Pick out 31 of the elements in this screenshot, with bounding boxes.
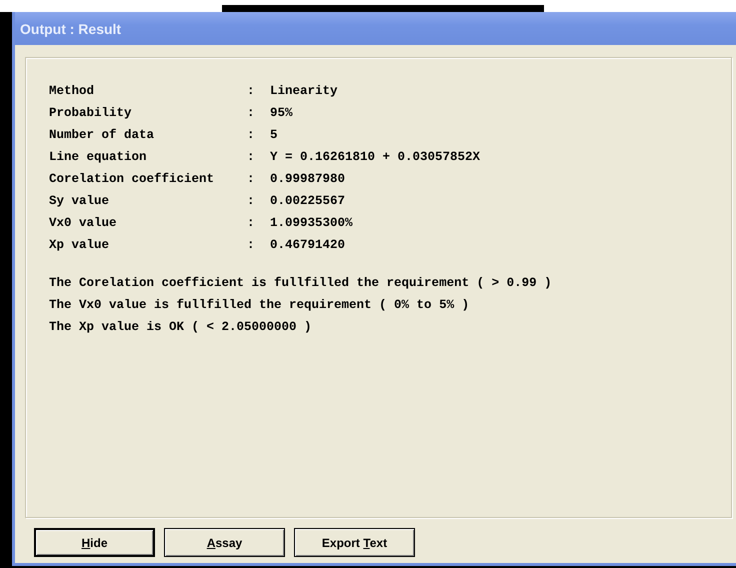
result-label: Probability — [49, 105, 133, 121]
result-label: Sy value — [49, 193, 110, 209]
result-value: 0.99987980 — [270, 171, 346, 187]
separator-colon: : — [247, 215, 256, 231]
conclusion-text: The Xp value is OK ( < 2.05000000 ) — [49, 319, 312, 335]
conclusion-text: The Corelation coefficient is fullfilled the requirement ( > 0.99 ) — [49, 275, 552, 291]
result-value: 0.00225567 — [270, 193, 346, 209]
result-value: 0.46791420 — [270, 237, 346, 253]
separator-colon: : — [247, 105, 256, 121]
separator-colon: : — [247, 83, 256, 99]
result-value: 95% — [270, 105, 294, 121]
window-title: Output : Result — [20, 20, 122, 36]
result-label: Line equation — [49, 149, 148, 165]
result-value: 1.09935300% — [270, 215, 354, 231]
separator-colon: : — [247, 237, 256, 253]
result-label: Number of data — [49, 127, 156, 143]
separator-colon: : — [247, 127, 256, 143]
result-label: Xp value — [49, 237, 110, 253]
result-value: 5 — [270, 127, 279, 143]
separator-colon: : — [247, 149, 256, 165]
conclusion-text: The Vx0 value is fullfilled the requirement ( 0% to 5% ) — [49, 297, 470, 313]
result-label: Corelation coefficient — [49, 171, 216, 187]
result-label: Method — [49, 83, 96, 99]
dialog-button[interactable]: Hide — [34, 528, 155, 557]
separator-colon: : — [247, 193, 256, 209]
result-value: Y = 0.16261810 + 0.03057852X — [270, 149, 480, 165]
dialog-button[interactable]: Export Text — [294, 528, 415, 557]
result-value: Linearity — [270, 83, 339, 99]
separator-colon: : — [247, 171, 256, 187]
dialog-button[interactable]: Assay — [164, 528, 285, 557]
result-label: Vx0 value — [49, 215, 118, 231]
